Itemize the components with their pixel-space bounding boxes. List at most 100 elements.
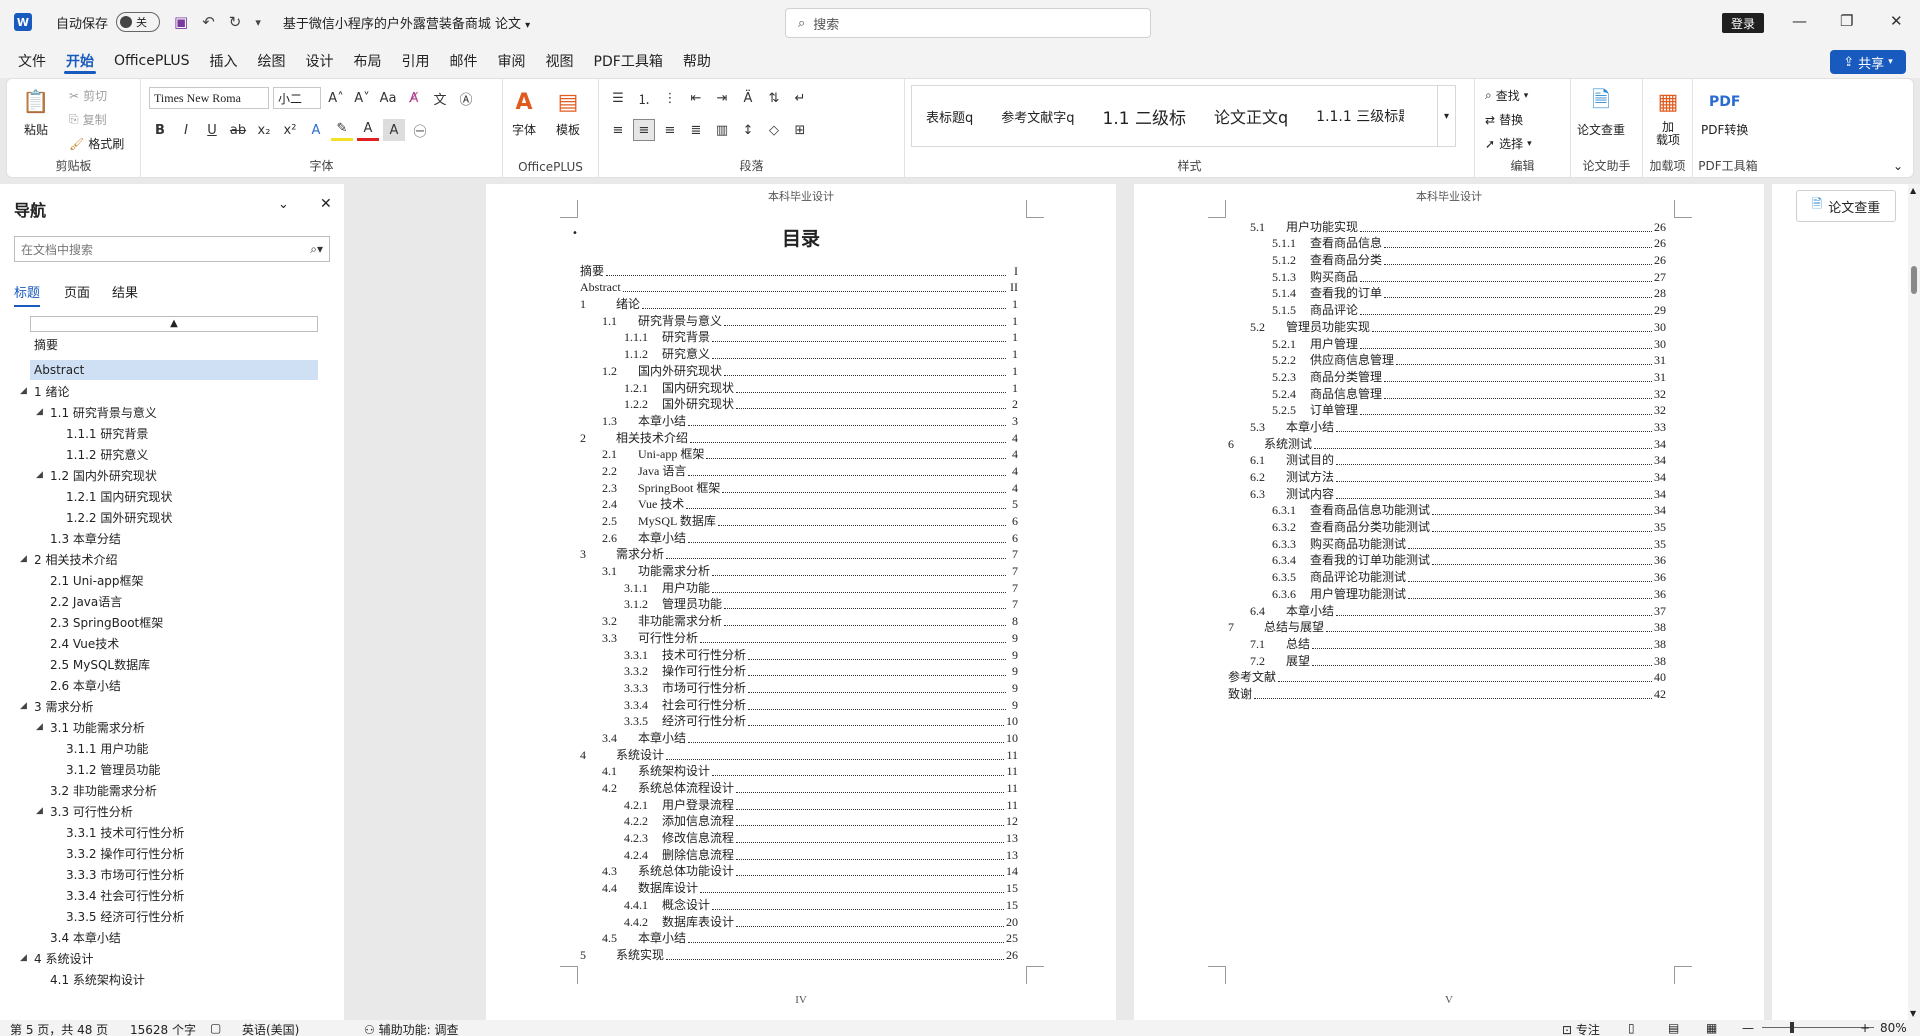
nav-options-icon[interactable]: ⌄ [278, 197, 289, 212]
toc-entry[interactable]: 5 系统实现 26 [580, 945, 1018, 963]
toc-entry[interactable]: 1.1 研究背景与意义 1 [580, 311, 1018, 329]
toc-entry[interactable]: 2.4 Vue 技术 5 [580, 495, 1018, 513]
tab-draw[interactable]: 绘图 [248, 44, 296, 78]
nav-heading-item[interactable]: 1.3 本章分结 [36, 528, 121, 548]
toc-entry[interactable]: 5.2 管理员功能实现 30 [1228, 317, 1666, 335]
toc-entry[interactable]: 3.1.1 用户功能 7 [580, 578, 1018, 596]
nav-tab-results[interactable]: 结果 [112, 282, 138, 301]
proofing-icon[interactable]: ▢ [210, 1021, 221, 1035]
toc-entry[interactable]: 5.3 本章小结 33 [1228, 417, 1666, 435]
document-title[interactable]: 基于微信小程序的户外露营装备商城 论文 ▾ [283, 13, 530, 32]
style-heading-2[interactable]: 1.1 二级标 [1089, 104, 1200, 129]
nav-heading-item[interactable]: 2.2 Java语言 [36, 591, 122, 611]
toc-entry[interactable]: 1.2.2 国外研究现状 2 [580, 395, 1018, 413]
nav-heading-item[interactable]: 3.2 非功能需求分析 [36, 780, 157, 800]
nav-tab-pages[interactable]: 页面 [64, 282, 90, 301]
toc-entry[interactable]: 5.2.2 供应商信息管理 31 [1228, 351, 1666, 369]
strikethrough-icon[interactable]: ab [227, 119, 249, 141]
toc-entry[interactable]: 3.1.2 管理员功能 7 [580, 595, 1018, 613]
format-painter-button[interactable]: 🖌 格式刷 [69, 135, 124, 152]
toc-entry[interactable]: 1.2.1 国内研究现状 1 [580, 378, 1018, 396]
nav-search-input[interactable]: 在文档中搜索 ⌕▾ [14, 236, 330, 262]
tab-file[interactable]: 文件 [8, 44, 56, 78]
web-layout-icon[interactable]: ▦ [1706, 1021, 1717, 1035]
toc-entry[interactable]: 7.1 总结 38 [1228, 634, 1666, 652]
zoom-slider[interactable] [1762, 1027, 1874, 1028]
toc-entry[interactable]: 6.1 测试目的 34 [1228, 451, 1666, 469]
toc-entry[interactable]: 4.4.1 概念设计 15 [580, 895, 1018, 913]
styles-more-icon[interactable]: ▾ [1437, 86, 1455, 146]
toc-entry[interactable]: 5.2.4 商品信息管理 32 [1228, 384, 1666, 402]
addins-button[interactable]: ▦ 加 载项 [1653, 87, 1683, 147]
toc-entry[interactable]: 1.1.1 研究背景 1 [580, 328, 1018, 346]
nav-heading-item[interactable]: 3.1.1 用户功能 [52, 738, 148, 758]
nav-close-icon[interactable]: ✕ [320, 196, 332, 212]
toc-entry[interactable]: 6.3.3 购买商品功能测试 35 [1228, 534, 1666, 552]
text-effects-icon[interactable]: A [305, 119, 327, 141]
tab-review[interactable]: 审阅 [488, 44, 536, 78]
nav-heading-item[interactable]: 1.2.2 国外研究现状 [52, 507, 172, 527]
nav-heading-item[interactable]: 2.5 MySQL数据库 [36, 654, 150, 674]
paste-button[interactable]: 📋 粘贴 [21, 87, 51, 138]
subscript-icon[interactable]: x₂ [253, 119, 275, 141]
customize-quick-access-icon[interactable]: ▾ [255, 16, 261, 29]
toc-entry[interactable]: 3.3.5 经济可行性分析 10 [580, 712, 1018, 730]
toc-entry[interactable]: 4.2.1 用户登录流程 11 [580, 795, 1018, 813]
toc-entry[interactable]: 5.1.3 购买商品 27 [1228, 267, 1666, 285]
tab-mailings[interactable]: 邮件 [440, 44, 488, 78]
toc-entry[interactable]: 2.2 Java 语言 4 [580, 461, 1018, 479]
scroll-up-icon[interactable]: ▲ [1910, 186, 1916, 195]
pdf-convert-button[interactable]: PDF PDF转换 [1701, 87, 1748, 138]
zoom-slider-thumb[interactable] [1790, 1022, 1794, 1033]
chinese-layout-icon[interactable]: Ä [737, 87, 759, 109]
tab-design[interactable]: 设计 [296, 44, 344, 78]
zoom-level[interactable]: 80% [1880, 1021, 1907, 1035]
toc-entry[interactable]: 6.3 测试内容 34 [1228, 484, 1666, 502]
print-layout-icon[interactable]: ▤ [1668, 1021, 1679, 1035]
toc-entry[interactable]: 5.2.3 商品分类管理 31 [1228, 367, 1666, 385]
nav-heading-item[interactable]: 3.3.1 技术可行性分析 [52, 822, 184, 842]
expand-arrow-icon[interactable]: ◢ [20, 953, 34, 963]
restore-icon[interactable]: ❐ [1840, 12, 1853, 30]
toc-entry[interactable]: 5.1.4 查看我的订单 28 [1228, 284, 1666, 302]
toc-entry[interactable]: 6 系统测试 34 [1228, 434, 1666, 452]
nav-heading-item[interactable]: 2.6 本章小结 [36, 675, 121, 695]
toc-entry[interactable]: 3.3.2 操作可行性分析 9 [580, 662, 1018, 680]
character-shading-icon[interactable]: A [383, 119, 405, 141]
underline-icon[interactable]: U [201, 119, 223, 141]
toc-entry[interactable]: 5.2.5 订单管理 32 [1228, 401, 1666, 419]
expand-arrow-icon[interactable]: ◢ [20, 701, 34, 711]
nav-heading-item[interactable]: Abstract [30, 360, 318, 380]
toc-entry[interactable]: 4.2.4 删除信息流程 13 [580, 845, 1018, 863]
redo-icon[interactable]: ↻ [229, 13, 242, 31]
show-marks-icon[interactable]: ↵ [789, 87, 811, 109]
scroll-thumb[interactable] [1911, 266, 1917, 294]
expand-arrow-icon[interactable]: ◢ [36, 722, 50, 732]
toc-entry[interactable]: 1.2 国内外研究现状 1 [580, 361, 1018, 379]
toc-entry[interactable]: 2 相关技术介绍 4 [580, 428, 1018, 446]
toc-entry[interactable]: 3 需求分析 7 [580, 545, 1018, 563]
undo-icon[interactable]: ↶ [202, 13, 215, 31]
align-center-icon[interactable]: ≡ [633, 119, 655, 141]
toc-entry[interactable]: 4.2.2 添加信息流程 12 [580, 812, 1018, 830]
nav-collapse-bar[interactable]: ▲ [30, 316, 318, 332]
toc-entry[interactable]: 1.1.2 研究意义 1 [580, 345, 1018, 363]
toc-entry[interactable]: 4 系统设计 11 [580, 745, 1018, 763]
nav-heading-item[interactable]: ◢ 2 相关技术介绍 [20, 549, 117, 569]
tab-layout[interactable]: 布局 [344, 44, 392, 78]
tab-home[interactable]: 开始 [56, 44, 104, 78]
nav-heading-item[interactable]: ◢ 1 绪论 [20, 381, 69, 401]
toc-entry[interactable]: 5.2.1 用户管理 30 [1228, 334, 1666, 352]
save-icon[interactable]: ▣ [174, 13, 188, 31]
toc-entry[interactable]: 2.5 MySQL 数据库 6 [580, 512, 1018, 529]
toc-entry[interactable]: 参考文献 40 [1228, 668, 1666, 686]
nav-heading-item[interactable]: 3.3.5 经济可行性分析 [52, 906, 184, 926]
align-left-icon[interactable]: ≡ [607, 119, 629, 141]
toc-entry[interactable]: 摘要 I [580, 261, 1018, 279]
word-count[interactable]: 15628 个字 [130, 1021, 196, 1036]
nav-heading-item[interactable]: 1.1.1 研究背景 [52, 423, 148, 443]
read-mode-icon[interactable]: ▯ [1628, 1021, 1635, 1035]
tab-view[interactable]: 视图 [536, 44, 584, 78]
nav-heading-item[interactable]: 2.4 Vue技术 [36, 633, 119, 653]
shrink-font-icon[interactable]: A˅ [351, 87, 373, 109]
